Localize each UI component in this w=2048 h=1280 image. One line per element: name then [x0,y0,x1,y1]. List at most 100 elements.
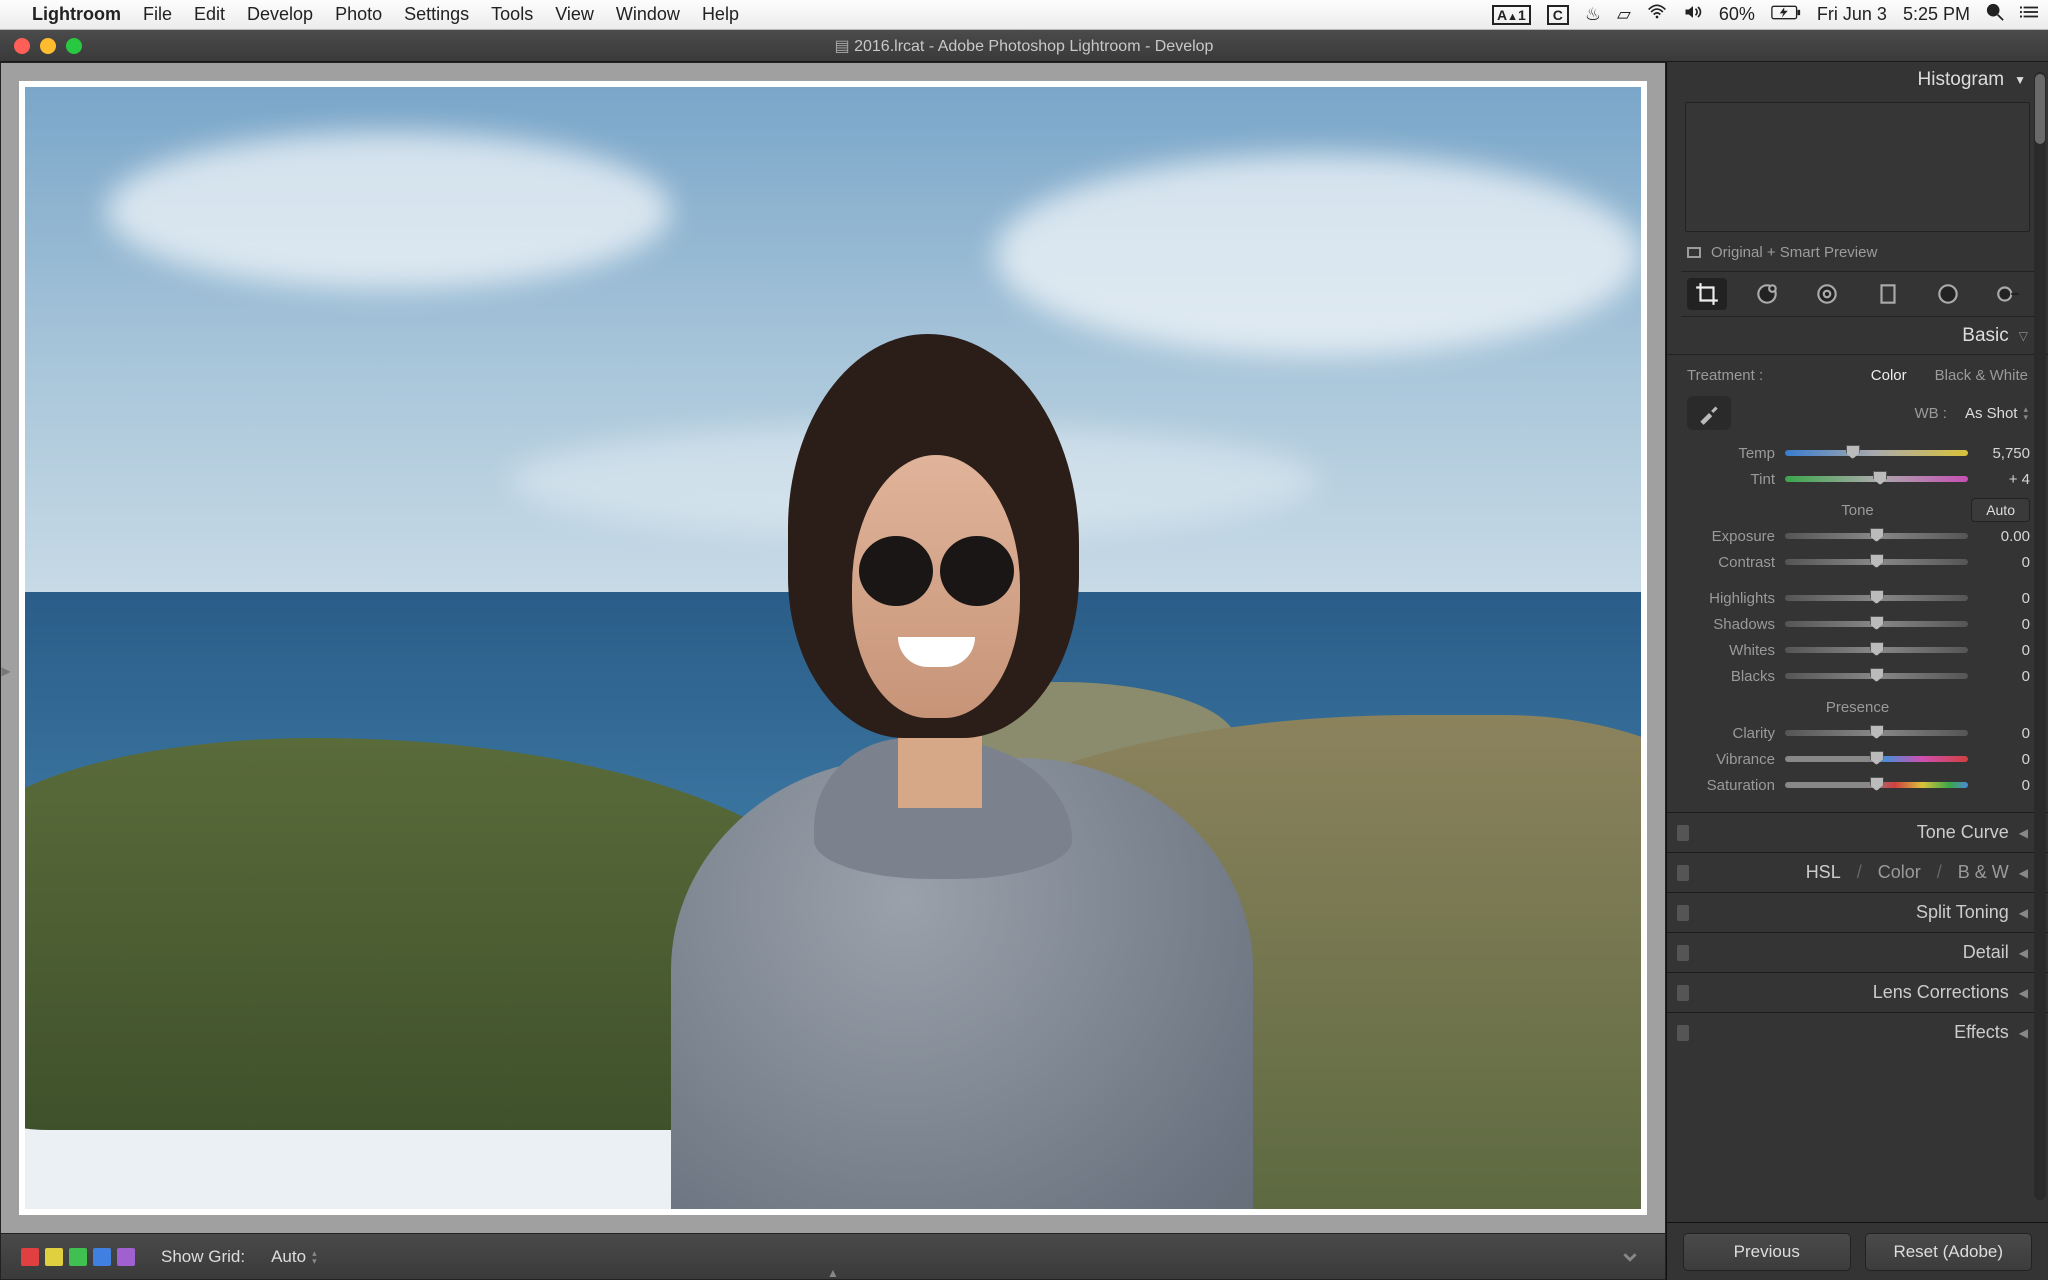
panel-switch-icon[interactable] [1677,985,1689,1001]
blacks-slider[interactable] [1785,673,1968,679]
menu-photo[interactable]: Photo [335,4,382,25]
highlights-slider[interactable] [1785,595,1968,601]
app-menu[interactable]: Lightroom [32,4,121,25]
exposure-slider[interactable] [1785,533,1968,539]
label-red[interactable] [21,1248,39,1266]
clock-date[interactable]: Fri Jun 3 [1817,4,1887,25]
scrollbar-thumb[interactable] [2035,74,2045,144]
toolbar-options-dropdown[interactable] [1623,1250,1637,1264]
filmstrip-toggle[interactable]: ▲ [827,1266,839,1280]
tint-value[interactable]: + 4 [1978,471,2030,488]
spotlight-icon[interactable] [1986,3,2004,26]
effects-panel-header[interactable]: Effects◀ [1667,1012,2048,1052]
menu-edit[interactable]: Edit [194,4,225,25]
vibrance-value[interactable]: 0 [1978,751,2030,768]
contrast-slider[interactable] [1785,559,1968,565]
panel-switch-icon[interactable] [1677,945,1689,961]
menu-window[interactable]: Window [616,4,680,25]
whites-label: Whites [1685,642,1775,659]
panel-switch-icon[interactable] [1677,1025,1689,1041]
wb-preset-dropdown[interactable]: As Shot▴▾ [1965,405,2028,422]
temp-value[interactable]: 5,750 [1978,445,2030,462]
chevron-down-icon: ▽ [2019,329,2028,343]
treatment-color[interactable]: Color [1871,367,1907,384]
menu-develop[interactable]: Develop [247,4,313,25]
redeye-tool[interactable] [1807,278,1847,310]
contrast-value[interactable]: 0 [1978,554,2030,571]
backblaze-icon[interactable]: ♨ [1585,4,1601,25]
tint-slider[interactable] [1785,476,1968,482]
highlights-value[interactable]: 0 [1978,590,2030,607]
spot-removal-tool[interactable] [1747,278,1787,310]
whites-value[interactable]: 0 [1978,642,2030,659]
graduated-filter-tool[interactable] [1868,278,1908,310]
contrast-label: Contrast [1685,554,1775,571]
menu-help[interactable]: Help [702,4,739,25]
wb-eyedropper-tool[interactable] [1687,396,1731,430]
panel-switch-icon[interactable] [1677,865,1689,881]
photo-preview [25,87,1641,1209]
vibrance-label: Vibrance [1685,751,1775,768]
temp-slider[interactable] [1785,450,1968,456]
menu-file[interactable]: File [143,4,172,25]
show-grid-dropdown[interactable]: Auto▴▾ [271,1247,317,1267]
label-yellow[interactable] [45,1248,63,1266]
label-green[interactable] [69,1248,87,1266]
whites-slider[interactable] [1785,647,1968,653]
basic-panel-body: Treatment : Color Black & White WB : As … [1667,355,2048,812]
label-purple[interactable] [117,1248,135,1266]
chevron-down-icon: ▼ [2014,73,2026,87]
reset-button[interactable]: Reset (Adobe) [1865,1233,2033,1271]
presence-section-label: Presence [1826,699,1889,716]
chevron-left-icon: ◀ [2019,946,2028,960]
vibrance-slider[interactable] [1785,756,1968,762]
volume-icon[interactable] [1683,4,1703,25]
previous-button[interactable]: Previous [1683,1233,1851,1271]
clarity-slider[interactable] [1785,730,1968,736]
adjustment-brush-tool[interactable] [1988,278,2028,310]
saturation-label: Saturation [1685,777,1775,794]
preview-status-label: Original + Smart Preview [1711,244,1877,261]
label-blue[interactable] [93,1248,111,1266]
histogram-header[interactable]: Histogram▼ [1667,62,2048,98]
menu-view[interactable]: View [555,4,594,25]
blacks-value[interactable]: 0 [1978,668,2030,685]
panel-scrollbar[interactable] [2034,72,2046,1200]
macos-menubar: Lightroom File Edit Develop Photo Settin… [0,0,2048,30]
wifi-icon[interactable] [1647,4,1667,25]
wb-label: WB : [1914,405,1947,422]
splittoning-panel-header[interactable]: Split Toning◀ [1667,892,2048,932]
tone-auto-button[interactable]: Auto [1971,498,2030,522]
window-title: ▤ 2016.lrcat - Adobe Photoshop Lightroom… [0,36,2048,56]
detail-panel-header[interactable]: Detail◀ [1667,932,2048,972]
tonecurve-panel-header[interactable]: Tone Curve◀ [1667,812,2048,852]
menu-tools[interactable]: Tools [491,4,533,25]
clarity-label: Clarity [1685,725,1775,742]
histogram-display[interactable] [1685,102,2030,232]
shadows-value[interactable]: 0 [1978,616,2030,633]
status-c-icon[interactable]: C [1547,5,1569,25]
shadows-slider[interactable] [1785,621,1968,627]
saturation-value[interactable]: 0 [1978,777,2030,794]
shadows-label: Shadows [1685,616,1775,633]
menu-settings[interactable]: Settings [404,4,469,25]
exposure-value[interactable]: 0.00 [1978,528,2030,545]
battery-icon[interactable] [1771,4,1801,25]
basic-panel-header[interactable]: Basic▽ [1667,317,2048,355]
radial-filter-tool[interactable] [1928,278,1968,310]
crop-tool[interactable] [1687,278,1727,310]
adobe-cc-status-icon[interactable]: A▲1 [1492,5,1531,25]
panel-switch-icon[interactable] [1677,905,1689,921]
display-icon[interactable]: ▱ [1617,4,1631,25]
treatment-bw[interactable]: Black & White [1935,367,2028,384]
lenscorrections-panel-header[interactable]: Lens Corrections◀ [1667,972,2048,1012]
panel-switch-icon[interactable] [1677,825,1689,841]
image-viewport[interactable] [1,63,1665,1233]
clock-time[interactable]: 5:25 PM [1903,4,1970,25]
clarity-value[interactable]: 0 [1978,725,2030,742]
menu-list-icon[interactable]: line{stroke:#222;stroke-width:2}circle{f… [2020,4,2038,25]
hsl-panel-header[interactable]: HSL/Color/B & W◀ [1667,852,2048,892]
color-label-picker[interactable] [21,1248,135,1266]
saturation-slider[interactable] [1785,782,1968,788]
left-panel-toggle[interactable]: ▶ [0,664,13,678]
